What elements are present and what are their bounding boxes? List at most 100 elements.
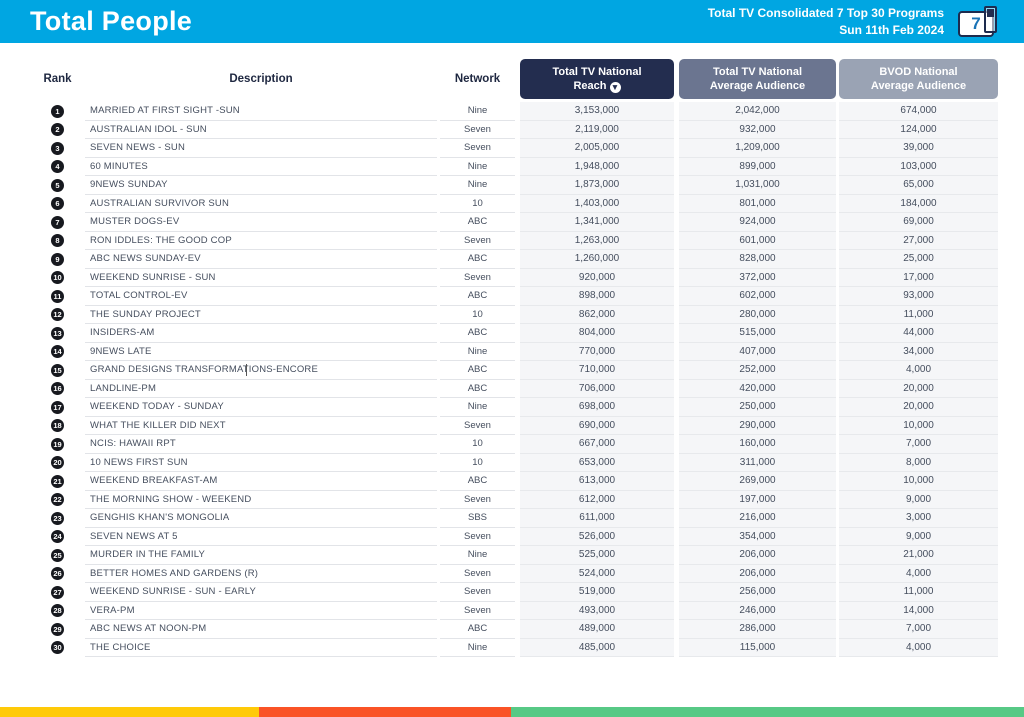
col-header-bvod-average[interactable]: BVOD National Average Audience: [839, 59, 998, 99]
network-name: Seven: [440, 528, 515, 546]
avg-audience-value: 206,000: [679, 546, 836, 565]
reach-value: 862,000: [520, 305, 674, 324]
network-name: Seven: [440, 602, 515, 620]
sort-descending-icon[interactable]: ▼: [609, 82, 621, 94]
rank-cell: 22: [30, 491, 85, 510]
col-header-total-tv-reach[interactable]: Total TV National Reach ▼: [520, 59, 674, 99]
bvod-audience-value: 44,000: [839, 324, 998, 343]
bvod-audience-value: 17,000: [839, 268, 998, 287]
program-description: RON IDDLES: THE GOOD COP: [85, 232, 437, 250]
table-row: 4 60 MINUTES Nine 1,948,000 899,000 103,…: [30, 157, 1024, 176]
network-name: Nine: [440, 343, 515, 361]
rank-badge: 26: [51, 567, 64, 581]
table-row: 21 WEEKEND BREAKFAST-AM ABC 613,000 269,…: [30, 472, 1024, 491]
program-description: MARRIED AT FIRST SIGHT -SUN: [85, 102, 437, 121]
table-row: 26 BETTER HOMES AND GARDENS (R) Seven 52…: [30, 564, 1024, 584]
avg-audience-value: 1,031,000: [679, 176, 836, 195]
network-name: ABC: [440, 324, 515, 343]
reach-value: 1,873,000: [520, 176, 674, 195]
network-name: Seven: [440, 565, 515, 583]
bvod-audience-value: 103,000: [839, 157, 998, 176]
rank-cell: 1: [30, 102, 85, 121]
reach-value: 526,000: [520, 527, 674, 546]
program-description: THE CHOICE: [85, 639, 437, 657]
table-row: 25 MURDER IN THE FAMILY Nine 525,000 206…: [30, 546, 1024, 565]
reach-value: 524,000: [520, 564, 674, 583]
reach-value: 612,000: [520, 490, 674, 509]
bvod-audience-value: 674,000: [839, 102, 998, 121]
network-name: Nine: [440, 158, 515, 176]
rank-badge: 10: [51, 271, 64, 285]
table-row: 27 WEEKEND SUNRISE - SUN - EARLY Seven 5…: [30, 583, 1024, 602]
avg-header-line1: Total TV National: [712, 65, 803, 78]
reach-value: 653,000: [520, 453, 674, 472]
table-row: 30 THE CHOICE Nine 485,000 115,000 4,000: [30, 638, 1024, 658]
rank-badge: 11: [51, 289, 64, 303]
program-description: 9NEWS SUNDAY: [85, 176, 437, 195]
bvod-audience-value: 27,000: [839, 231, 998, 250]
rank-badge: 6: [51, 197, 64, 211]
rank-cell: 12: [30, 306, 85, 325]
table-row: 18 WHAT THE KILLER DID NEXT Seven 690,00…: [30, 416, 1024, 435]
col-header-rank: Rank: [43, 73, 72, 85]
network-name: Nine: [440, 398, 515, 417]
rank-cell: 30: [30, 639, 85, 658]
network-name: Seven: [440, 139, 515, 158]
rank-badge: 9: [51, 252, 64, 266]
network-name: 10: [440, 454, 515, 472]
reach-value: 898,000: [520, 287, 674, 306]
avg-audience-value: 246,000: [679, 601, 836, 620]
table-row: 2 AUSTRALIAN IDOL - SUN Seven 2,119,000 …: [30, 120, 1024, 139]
reach-value: 525,000: [520, 546, 674, 565]
avg-audience-value: 206,000: [679, 564, 836, 583]
rank-badge: 28: [51, 604, 64, 618]
network-name: ABC: [440, 620, 515, 639]
avg-audience-value: 290,000: [679, 416, 836, 435]
rank-cell: 20: [30, 454, 85, 473]
network-name: Seven: [440, 417, 515, 435]
report-subtitle-line1: Total TV Consolidated 7 Top 30 Programs: [707, 6, 944, 21]
avg-audience-value: 256,000: [679, 583, 836, 602]
bvod-header-line1: BVOD National: [879, 65, 958, 78]
rank-badge: 27: [51, 585, 64, 599]
reach-value: 1,403,000: [520, 194, 674, 213]
reach-value: 493,000: [520, 601, 674, 620]
network-name: Seven: [440, 232, 515, 250]
network-name: ABC: [440, 472, 515, 491]
rank-badge: 22: [51, 493, 64, 507]
bvod-audience-value: 124,000: [839, 120, 998, 139]
rank-cell: 26: [30, 565, 85, 584]
program-description: THE SUNDAY PROJECT: [85, 306, 437, 324]
tv-and-mobile-icon: 7: [956, 4, 1010, 40]
network-name: Seven: [440, 121, 515, 139]
avg-audience-value: 197,000: [679, 490, 836, 509]
avg-audience-value: 932,000: [679, 120, 836, 139]
program-description: GRAND DESIGNS TRANSFORMATIONS-ENCORE: [85, 361, 437, 380]
bvod-header-line2: Average Audience: [870, 80, 967, 92]
network-name: 10: [440, 195, 515, 213]
mobile-screen-icon: [987, 8, 994, 17]
table-row: 6 AUSTRALIAN SURVIVOR SUN 10 1,403,000 8…: [30, 194, 1024, 213]
col-header-network: Network: [454, 73, 501, 85]
rank-badge: 19: [51, 437, 64, 451]
bvod-audience-value: 10,000: [839, 416, 998, 435]
rank-badge: 13: [51, 326, 64, 340]
reach-value: 770,000: [520, 342, 674, 361]
rank-badge: 14: [51, 345, 64, 359]
reach-value: 690,000: [520, 416, 674, 435]
report-page: Total People Total TV Consolidated 7 Top…: [0, 0, 1024, 717]
ratings-table: Rank Description Network Total TV Nation…: [0, 59, 1024, 657]
network-name: 10: [440, 435, 515, 454]
reach-value: 1,341,000: [520, 213, 674, 232]
program-description: ABC NEWS AT NOON-PM: [85, 620, 437, 639]
rank-cell: 7: [30, 213, 85, 232]
avg-audience-value: 311,000: [679, 453, 836, 472]
report-subtitle-line2: Sun 11th Feb 2024: [839, 22, 944, 37]
reach-header-line1: Total TV National: [552, 65, 642, 78]
network-name: Nine: [440, 639, 515, 657]
table-row: 15 GRAND DESIGNS TRANSFORMATIONS-ENCORE …: [30, 361, 1024, 380]
col-header-total-tv-average[interactable]: Total TV National Average Audience: [679, 59, 836, 99]
bvod-audience-value: 10,000: [839, 472, 998, 491]
avg-audience-value: 2,042,000: [679, 102, 836, 121]
program-description: MURDER IN THE FAMILY: [85, 546, 437, 565]
